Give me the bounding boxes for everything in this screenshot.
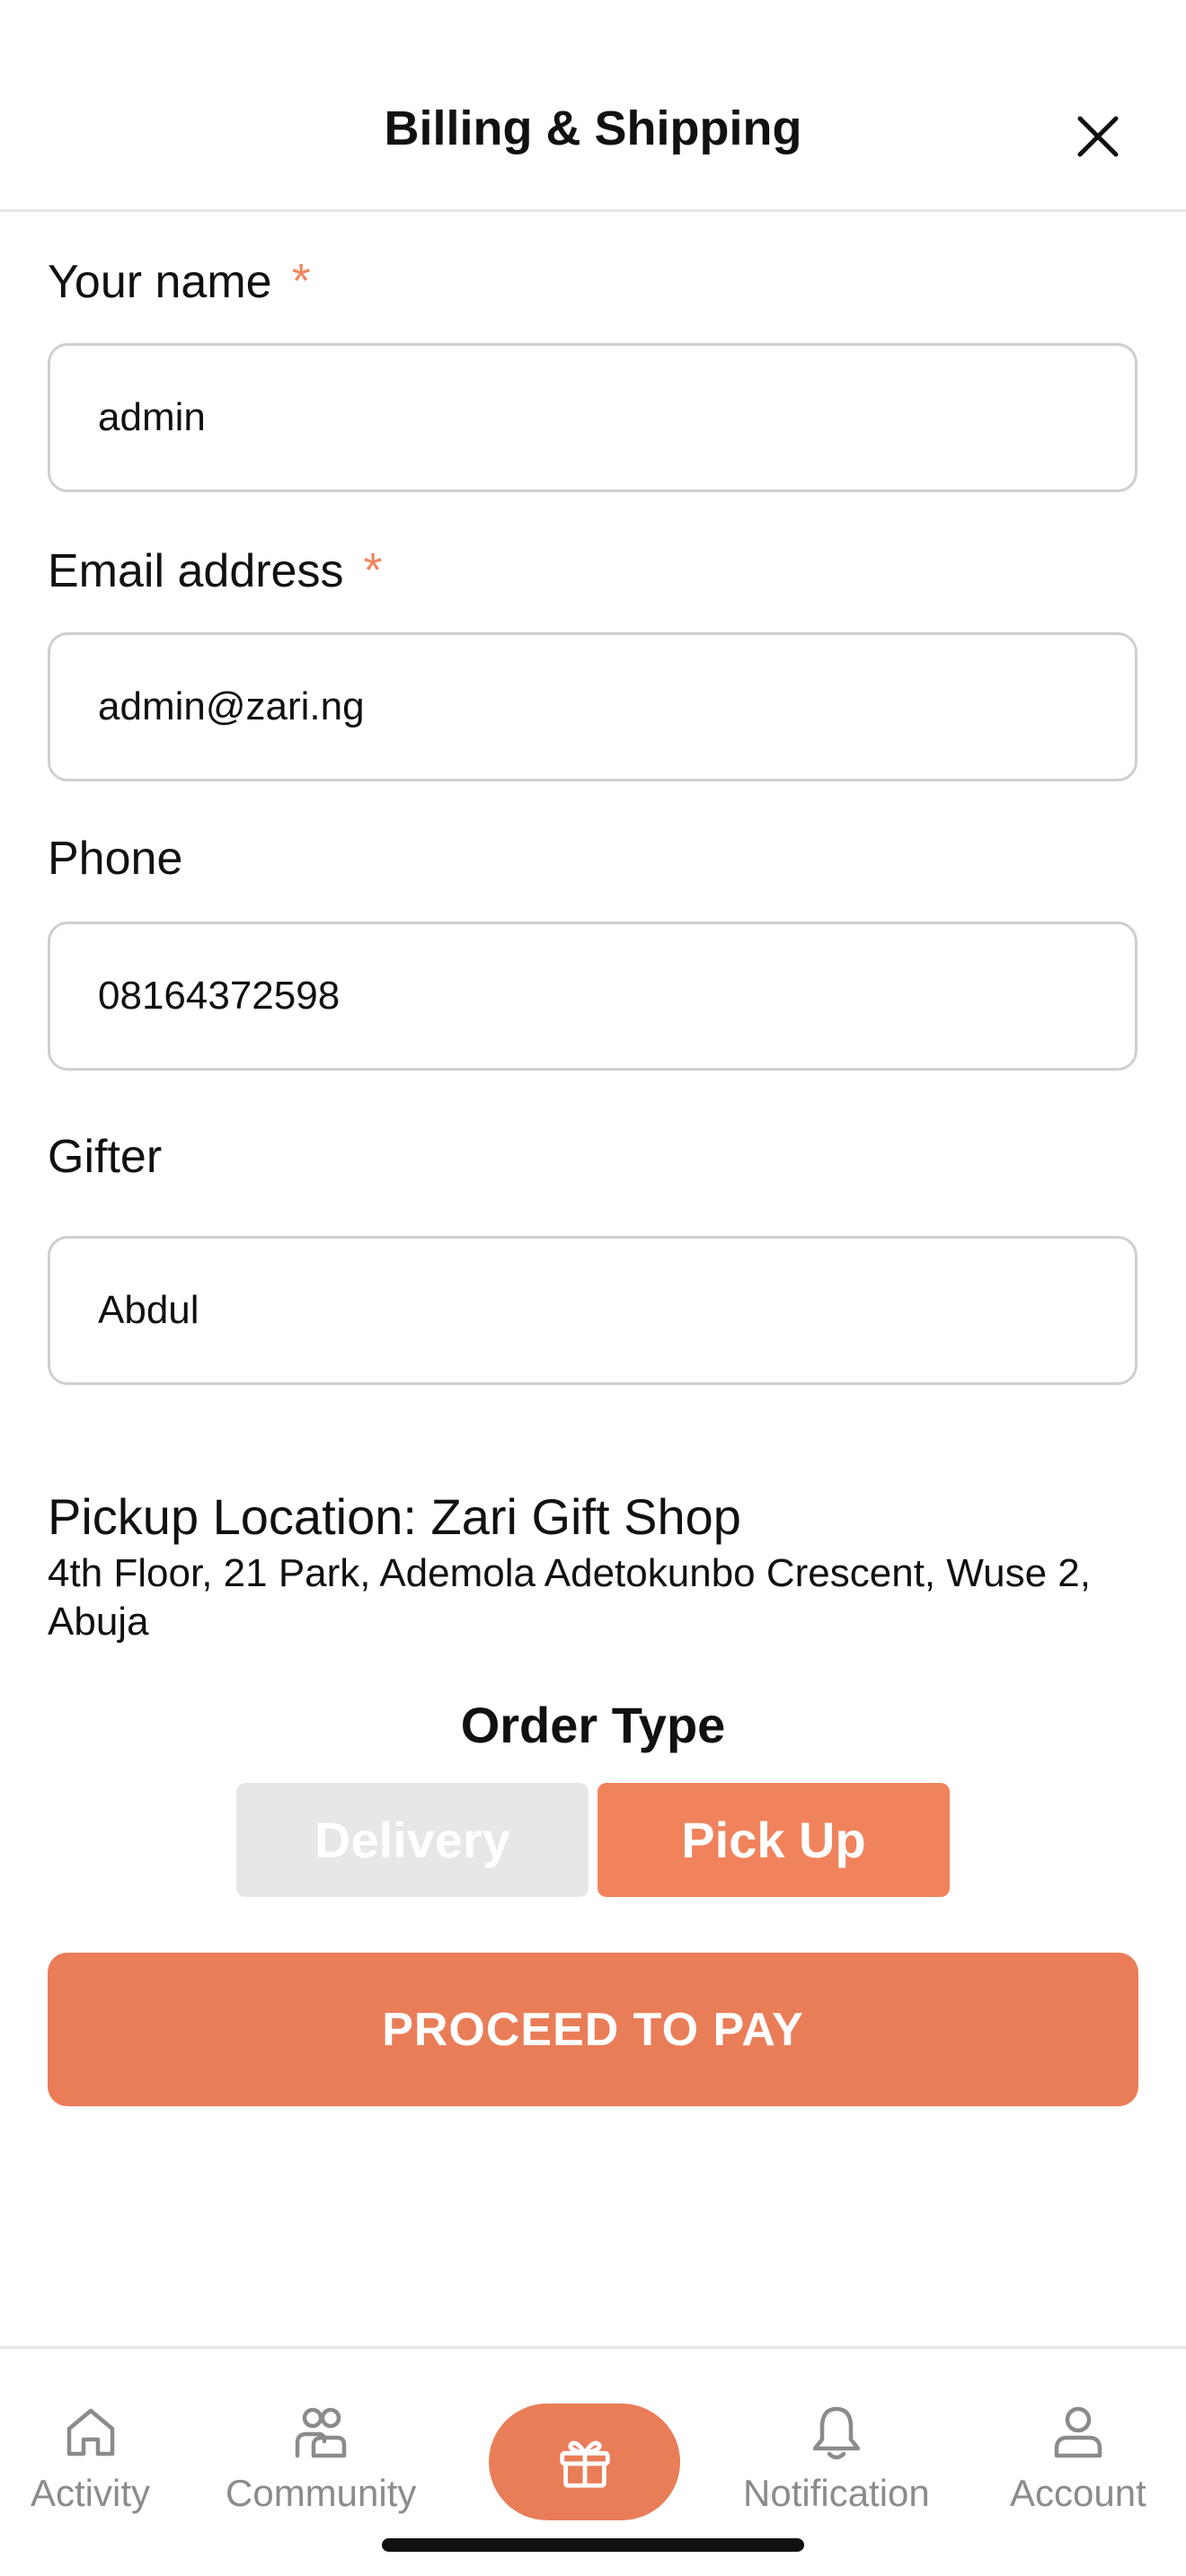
page-title: Billing & Shipping xyxy=(384,101,802,155)
pickup-location-address: 4th Floor, 21 Park, Ademola Adetokunbo C… xyxy=(48,1551,1091,1644)
community-icon xyxy=(295,2407,347,2458)
order-type-pickup-button[interactable]: Pick Up xyxy=(597,1783,950,1897)
header: Billing & Shipping xyxy=(0,0,1186,212)
email-label-text: Email address xyxy=(48,545,344,597)
phone-label: Phone xyxy=(48,832,182,886)
gifter-label: Gifter xyxy=(48,1130,162,1184)
tab-account-label: Account xyxy=(1010,2472,1146,2514)
close-icon xyxy=(1077,116,1119,157)
tab-activity-label: Activity xyxy=(31,2472,151,2514)
tab-notification-label: Notification xyxy=(743,2472,930,2514)
tab-gift-button[interactable] xyxy=(489,2404,680,2520)
phone-label-text: Phone xyxy=(48,833,183,885)
gift-icon xyxy=(559,2440,610,2488)
email-label: Email address * xyxy=(48,543,382,598)
email-input[interactable] xyxy=(48,632,1137,781)
pickup-location-title: Pickup Location: Zari Gift Shop xyxy=(48,1488,741,1545)
proceed-to-pay-button[interactable]: PROCEED TO PAY xyxy=(48,1953,1138,2106)
name-input[interactable] xyxy=(48,343,1137,492)
name-label-text: Your name xyxy=(48,256,272,308)
gifter-input[interactable] xyxy=(48,1236,1137,1385)
user-icon xyxy=(1054,2406,1102,2458)
required-star: * xyxy=(363,543,383,597)
tab-account[interactable]: Account xyxy=(1010,2400,1146,2515)
required-star: * xyxy=(291,254,311,308)
close-button[interactable] xyxy=(1066,104,1130,169)
name-label: Your name * xyxy=(48,253,311,309)
gifter-label-text: Gifter xyxy=(48,1131,163,1183)
tab-community-label: Community xyxy=(226,2472,417,2514)
order-type-title: Order Type xyxy=(460,1697,726,1753)
tab-community[interactable]: Community xyxy=(226,2400,416,2515)
tab-notification[interactable]: Notification xyxy=(743,2400,930,2515)
order-type-delivery-button[interactable]: Delivery xyxy=(236,1783,589,1897)
phone-input[interactable] xyxy=(48,922,1137,1071)
home-icon xyxy=(66,2408,114,2457)
bell-icon xyxy=(812,2406,861,2460)
home-indicator[interactable] xyxy=(382,2538,804,2552)
tab-activity[interactable]: Activity xyxy=(31,2400,150,2515)
